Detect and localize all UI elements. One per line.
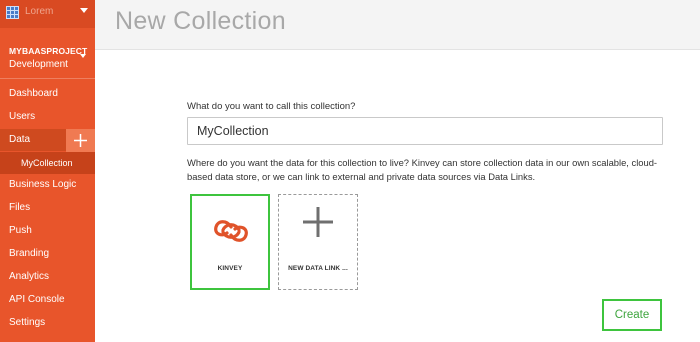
sidebar-item-branding[interactable]: Branding bbox=[0, 243, 95, 265]
plus-icon bbox=[303, 207, 333, 237]
new-data-link-label: NEW DATA LINK ... bbox=[288, 265, 348, 272]
sidebar-item-analytics[interactable]: Analytics bbox=[0, 266, 95, 288]
project-name: MYBAASPROJECT bbox=[9, 46, 88, 56]
data-store-description: Where do you want the data for this coll… bbox=[187, 157, 658, 182]
sidebar-item-users[interactable]: Users bbox=[0, 106, 95, 128]
project-environment: Development bbox=[9, 59, 68, 70]
chevron-down-icon bbox=[80, 8, 88, 13]
grid-icon bbox=[6, 6, 19, 19]
kinvey-option-label: KINVEY bbox=[217, 265, 243, 272]
sidebar-item-business-logic[interactable]: Business Logic bbox=[0, 174, 95, 196]
sidebar: Lorem MYBAASPROJECT Development Dashboar… bbox=[0, 0, 95, 342]
sidebar-item-dashboard[interactable]: Dashboard bbox=[0, 83, 95, 105]
sidebar-item-api-console[interactable]: API Console bbox=[0, 289, 95, 311]
kinvey-store-option[interactable]: KINVEY bbox=[190, 194, 270, 290]
app-name: Lorem bbox=[25, 6, 54, 17]
kinvey-logo-icon bbox=[214, 220, 248, 242]
app-switcher[interactable]: Lorem bbox=[0, 0, 95, 28]
add-collection-button[interactable] bbox=[66, 129, 95, 152]
plus-icon bbox=[74, 134, 87, 147]
sidebar-divider bbox=[0, 78, 95, 79]
collection-name-input[interactable] bbox=[187, 117, 663, 145]
page-title: New Collection bbox=[115, 7, 286, 35]
new-data-link-option[interactable]: NEW DATA LINK ... bbox=[278, 194, 358, 290]
sidebar-item-files[interactable]: Files bbox=[0, 197, 95, 219]
collection-name-label: What do you want to call this collection… bbox=[187, 101, 356, 112]
create-button[interactable]: Create bbox=[602, 299, 662, 331]
sidebar-subitem-mycollection[interactable]: MyCollection bbox=[0, 152, 95, 174]
sidebar-item-push[interactable]: Push bbox=[0, 220, 95, 242]
page-header: New Collection bbox=[95, 0, 700, 50]
sidebar-item-settings[interactable]: Settings bbox=[0, 312, 95, 334]
project-switcher[interactable]: MYBAASPROJECT Development bbox=[0, 40, 95, 74]
chevron-down-icon bbox=[80, 54, 86, 58]
